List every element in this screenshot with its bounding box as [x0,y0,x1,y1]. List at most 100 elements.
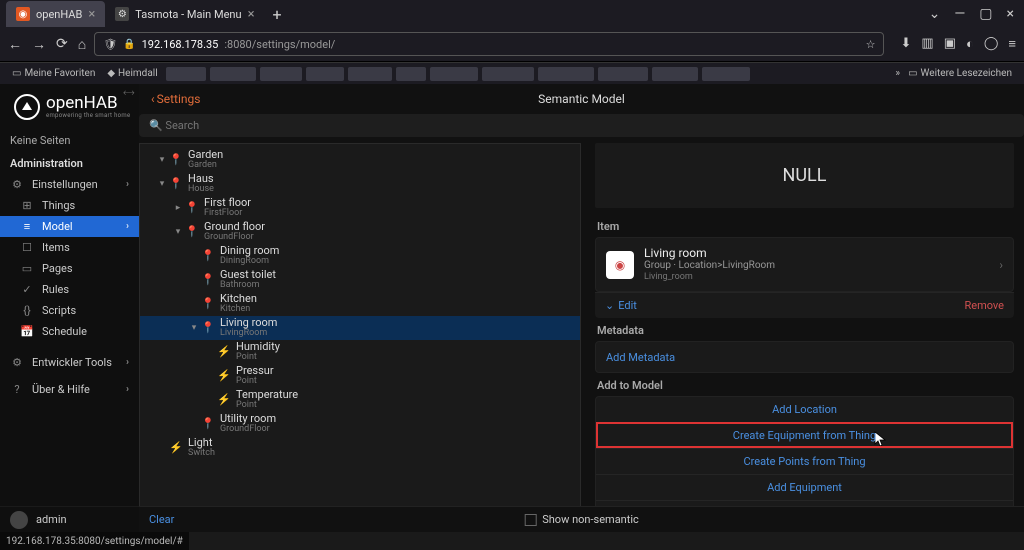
tree-row[interactable]: ▾📍Living roomLivingRoom [140,316,580,340]
tree-sublabel: Point [236,377,274,387]
create-equipment-from-thing-button[interactable]: Create Equipment from Thing [596,422,1013,448]
user-row[interactable]: admin [0,506,139,532]
sidebar-item-settings[interactable]: ⚙ Einstellungen › [0,174,139,195]
tree-toggle-icon[interactable]: ▾ [156,155,168,165]
tree-row[interactable]: 📍Utility roomGroundFloor [140,412,580,436]
tree-toggle-icon[interactable]: ▸ [172,203,184,213]
rules-icon: ✓ [20,283,34,296]
home-icon[interactable]: ⌂ [78,36,86,53]
bookmark-blurred[interactable] [538,67,594,81]
forward-icon[interactable]: → [32,36,46,53]
tree-row[interactable]: ⚡HumidityPoint [140,340,580,364]
status-url: 192.168.178.35:8080/settings/model/# [6,536,183,547]
bookmark-heimdall[interactable]: ◆ Heimdall [103,67,161,80]
item-card[interactable]: ◉ Living room Group · Location>LivingRoo… [595,237,1014,292]
show-non-semantic-toggle[interactable]: Show non-semantic [524,513,639,526]
tree-toggle-icon[interactable]: ▾ [156,179,168,189]
bookmark-blurred[interactable] [396,67,426,81]
add-metadata-button[interactable]: Add Metadata [606,351,675,364]
bookmark-blurred[interactable] [482,67,534,81]
no-pages-label: Keine Seiten [0,128,139,153]
tree-sublabel: Kitchen [220,305,257,315]
tabs-dropdown-icon[interactable]: ⌄ [929,6,941,22]
items-icon: ☐ [20,241,34,254]
browser-tab-tasmota[interactable]: ⚙ Tasmota - Main Menu × [105,1,264,27]
tree-panel[interactable]: ▾📍GardenGarden▾📍HausHouse▸📍First floorFi… [139,143,581,532]
bookmark-blurred[interactable] [652,67,698,81]
sidebar-item-help[interactable]: ? Über & Hilfe › [0,379,139,400]
search-row [139,114,1024,143]
extension-icon[interactable]: ◐ [966,36,974,52]
tree-row[interactable]: 📍KitchenKitchen [140,292,580,316]
remove-button[interactable]: Remove [964,299,1004,312]
tree-sublabel: Bathroom [220,281,276,291]
extension-icon[interactable]: ▣ [944,36,956,52]
bookmark-blurred[interactable] [702,67,750,81]
account-icon[interactable]: ◯ [984,36,999,52]
detail-panel: NULL Item ◉ Living room Group · Location… [585,143,1024,532]
checkbox-icon[interactable] [524,514,536,526]
bookmark-blurred[interactable] [598,67,648,81]
bookmark-star-icon[interactable]: ☆ [866,38,876,51]
minimize-icon[interactable]: — [954,6,965,22]
sidebar-item-devtools[interactable]: ⚙ Entwickler Tools › [0,352,139,373]
bookmark-blurred[interactable] [348,67,392,81]
create-points-from-thing-button[interactable]: Create Points from Thing [596,448,1013,474]
tree-row[interactable]: ⚡PressurPoint [140,364,580,388]
browser-tab-openhab[interactable]: ◉ openHAB × [6,1,105,27]
favicon-icon: ⚙ [115,7,129,21]
close-icon[interactable]: × [88,7,95,22]
menu-icon[interactable]: ≡ [1008,36,1016,52]
address-bar[interactable]: 🛡 🔒 192.168.178.35:8080/settings/model/ … [94,32,884,56]
bookmark-blurred[interactable] [260,67,302,81]
bookmarks-folder[interactable]: ▭ Meine Favoriten [8,67,99,80]
tree-row[interactable]: ⚡TemperaturePoint [140,388,580,412]
library-icon[interactable]: ▥ [921,36,933,52]
more-bookmarks-folder[interactable]: ▭ Weitere Lesezeichen [904,67,1016,80]
bookmark-blurred[interactable] [306,67,344,81]
sidebar-item-pages[interactable]: ▭ Pages [0,258,139,279]
bolt-icon: ⚡ [216,369,232,382]
reload-icon[interactable]: ⟳ [56,36,68,53]
sidebar-item-things[interactable]: ⊞ Things [0,195,139,216]
download-icon[interactable]: ⬇ [900,36,911,52]
tree-sublabel: Point [236,353,280,363]
add-to-model-heading: Add to Model [597,379,1014,392]
close-window-icon[interactable]: × [1007,6,1014,22]
sidebar-item-schedule[interactable]: 📅 Schedule [0,321,139,342]
tree-row[interactable]: 📍Guest toiletBathroom [140,268,580,292]
add-location-button[interactable]: Add Location [596,397,1013,422]
logo-icon [14,94,40,120]
sidebar-item-model[interactable]: ≡ Model › [0,216,139,237]
back-button[interactable]: ‹ Settings [151,92,200,106]
tree-row[interactable]: ⚡LightSwitch [140,436,580,460]
new-tab-button[interactable]: + [273,5,282,24]
bookmark-blurred[interactable] [430,67,478,81]
logo[interactable]: openHAB empowering the smart home ⤢ [0,84,139,128]
bookmark-blurred[interactable] [166,67,206,81]
tree-row[interactable]: ▾📍Ground floorGroundFloor [140,220,580,244]
tree-row[interactable]: ▸📍First floorFirstFloor [140,196,580,220]
logo-text: openHAB [46,95,130,112]
tree-toggle-icon[interactable]: ▾ [188,323,200,333]
close-icon[interactable]: × [248,7,255,22]
tree-toggle-icon[interactable]: ▾ [172,227,184,237]
add-equipment-button[interactable]: Add Equipment [596,474,1013,500]
sidebar-item-items[interactable]: ☐ Items [0,237,139,258]
sidebar-item-scripts[interactable]: {} Scripts [0,300,139,321]
help-icon: ? [10,383,24,396]
maximize-icon[interactable]: ▢ [979,6,992,22]
search-input[interactable] [139,114,1024,137]
bookmark-blurred[interactable] [210,67,256,81]
tree-row[interactable]: ▾📍GardenGarden [140,148,580,172]
sidebar-item-label: Entwickler Tools [32,356,112,369]
clear-button[interactable]: Clear [149,513,174,526]
tree-row[interactable]: 📍Dining roomDiningRoom [140,244,580,268]
tree-row[interactable]: ▾📍HausHouse [140,172,580,196]
bookmarks-overflow-icon[interactable]: » [895,68,900,79]
tree-sublabel: House [188,185,214,195]
pin-icon: 📍 [200,417,216,430]
back-icon[interactable]: ← [8,36,22,53]
sidebar-item-rules[interactable]: ✓ Rules [0,279,139,300]
edit-button[interactable]: ⌄ Edit [605,299,637,312]
